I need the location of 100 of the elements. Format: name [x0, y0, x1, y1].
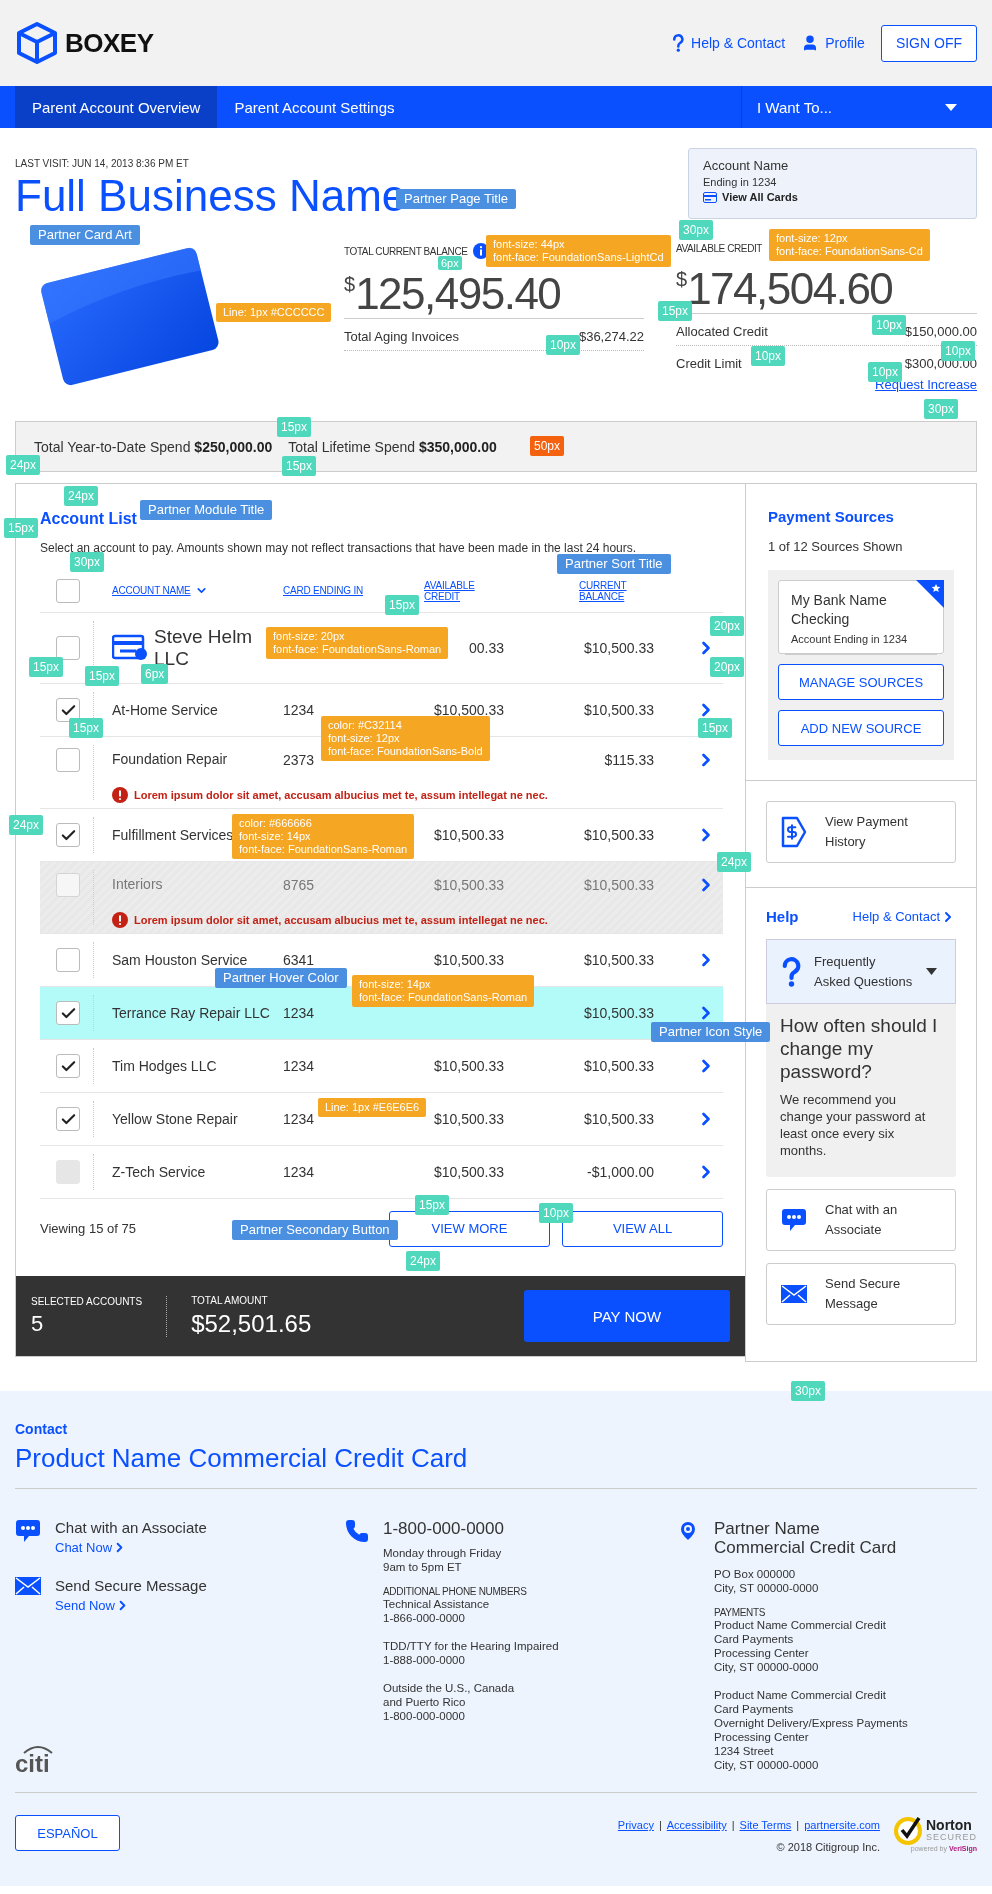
phone-entry: Outside the U.S., Canada and Puerto Rico 1-800-000-0000: [383, 1681, 516, 1723]
phone-hours: Monday through Friday 9am to 5pm ET: [383, 1546, 503, 1574]
phone-entry: Technical Assistance 1-866-000-0000: [383, 1597, 491, 1625]
spacing-tooltip: 10px: [539, 1203, 574, 1223]
footer-title: Product Name Commercial Credit Card: [15, 1443, 977, 1489]
callout-tooltip: Partner Sort Title: [557, 554, 671, 574]
callout-tooltip: Partner Page Title: [396, 189, 517, 209]
balance-row-label: Credit Limit: [676, 356, 742, 371]
spec-tooltip: color: #C32114 font-size: 12px font-face: FoundationSans-Bold: [321, 716, 490, 761]
section-title: Payment Sources: [768, 508, 895, 525]
seal-name: Norton: [926, 1818, 973, 1832]
link-separator: |: [796, 1819, 800, 1831]
total-amount: $52,501.65: [191, 1309, 312, 1338]
callout-tooltip: Partner Card Art: [30, 225, 140, 245]
spacing-tooltip: 24px: [717, 852, 752, 872]
phone-number: 1-800-000-0000: [383, 1519, 505, 1538]
account-name: Z-Tech Service: [112, 1163, 206, 1181]
current-balance: $10,500.33: [583, 702, 654, 718]
seal-status: SECURED: [926, 1832, 977, 1842]
balance-row-value: $150,000.00: [904, 324, 977, 339]
callout-tooltip: Partner Secondary Button: [232, 1220, 398, 1240]
payments-caption: PAYMENTS: [714, 1607, 767, 1618]
source-name: My Bank Name Checking: [791, 591, 888, 629]
available-credit: $10,500.33: [433, 952, 504, 968]
spec-tooltip: Line: 1px #CCCCCC: [216, 303, 332, 322]
current-balance: $10,500.33: [583, 1111, 654, 1127]
spec-tooltip: font-size: 12px font-face: FoundationSans-Cd: [769, 229, 930, 261]
available-credit: $10,500.33: [433, 876, 504, 893]
spacing-tooltip: 15px: [385, 595, 420, 615]
balance-row-label: Total Aging Invoices: [344, 329, 459, 344]
copyright: © 2018 Citigroup Inc.: [776, 1841, 880, 1853]
current-balance: $115.33: [604, 751, 654, 768]
card-number: 1234: [283, 702, 315, 718]
current-balance: $10,500.33: [583, 952, 654, 968]
account-name: Sam Houston Service: [112, 951, 248, 969]
card-number: 1234: [283, 1058, 315, 1074]
module-title: Account List: [40, 509, 137, 529]
logo-text: BOXEY: [65, 27, 154, 59]
spacing-tooltip: 10px: [868, 362, 903, 382]
card-number: 8765: [283, 876, 315, 893]
spacing-tooltip: 20px: [710, 616, 745, 636]
spacing-tooltip: 15px: [4, 518, 39, 538]
current-balance: $10,500.33: [583, 1058, 654, 1074]
callout-tooltip: Partner Icon Style: [651, 1022, 771, 1042]
contact-channel-title: Chat with an Associate: [55, 1519, 207, 1536]
spacing-tooltip: 6px: [141, 664, 169, 684]
total-label: TOTAL AMOUNT: [191, 1294, 269, 1306]
source-detail: Account Ending in 1234: [791, 633, 909, 645]
spacing-tooltip: 30px: [924, 399, 959, 419]
address: Product Name Commercial Credit Card Payments Overnight Delivery/Express Payments Processing Center 1234 Street City, ST 00000-0000: [714, 1688, 908, 1772]
spacing-tooltip: 15px: [698, 718, 733, 738]
selected-label: SELECTED ACCOUNTS: [31, 1295, 143, 1307]
spacing-tooltip: 20px: [710, 657, 745, 677]
available-credit: $10,500.33: [433, 702, 504, 718]
contact-label: Contact: [15, 1421, 69, 1437]
spacing-tooltip: 15px: [85, 666, 120, 686]
account-name: Tim Hodges LLC: [112, 1057, 217, 1075]
account-name: Terrance Ray Repair LLC: [112, 1004, 270, 1022]
spend-total: Total Lifetime Spend $350,000.00: [288, 438, 497, 455]
callout-tooltip: Partner Hover Color: [215, 968, 347, 988]
available-credit: 00.33: [468, 640, 504, 656]
address: Product Name Commercial Credit Card Payments Processing Center City, ST 00000-0000: [714, 1618, 887, 1674]
selected-count: 5: [31, 1310, 45, 1337]
contact-channel-title: Send Secure Message: [55, 1577, 207, 1594]
spacing-tooltip: 30px: [791, 1381, 826, 1401]
address-title: Partner Name Commercial Credit Card: [714, 1519, 898, 1557]
current-balance: -$1,000.00: [587, 1164, 654, 1180]
spacing-tooltip: 10px: [546, 335, 581, 355]
spacing-tooltip: 10px: [941, 341, 976, 361]
account-name: Interiors: [112, 876, 163, 893]
link-separator: |: [658, 1819, 662, 1831]
spacing-tooltip: 30px: [70, 552, 105, 572]
balance-label: AVAILABLE CREDIT: [676, 243, 763, 254]
faq-question: How often should I change my password?: [780, 1014, 939, 1083]
spend-total: Total Year-to-Date Spend $250,000.00: [34, 438, 273, 455]
account-name: Account Name: [703, 158, 790, 173]
spec-tooltip: font-size: 20px font-face: FoundationSans-Roman: [266, 627, 449, 659]
current-balance: $10,500.33: [583, 1005, 654, 1021]
spacing-tooltip: 50px: [530, 436, 565, 456]
available-credit: $10,500.33: [433, 827, 504, 843]
callout-tooltip: Partner Module Title: [140, 500, 273, 520]
spec-tooltip: font-size: 44px font-face: FoundationSans-LightCd: [486, 235, 671, 267]
card-number: 1234: [283, 1111, 315, 1127]
account-name: Fulfillment Services: [112, 826, 234, 844]
currency-sign: $: [676, 268, 688, 291]
account-ending: Ending in 1234: [703, 176, 778, 188]
error-message: Lorem ipsum dolor sit amet, accusam albucius met te, assum intellegat ne nec.: [134, 789, 548, 801]
spacing-tooltip: 6px: [438, 256, 462, 270]
balance-row-value: $36,274.22: [578, 329, 644, 344]
spacing-tooltip: 15px: [29, 657, 64, 677]
spacing-tooltip: 10px: [751, 346, 786, 366]
spacing-tooltip: 24px: [6, 455, 41, 475]
link-separator: |: [731, 1819, 735, 1831]
sources-count: 1 of 12 Sources Shown: [768, 539, 904, 554]
currency-sign: $: [344, 273, 356, 295]
spacing-tooltip: 15px: [277, 417, 312, 437]
address: PO Box 000000 City, ST 00000-0000: [714, 1567, 820, 1595]
spacing-tooltip: 15px: [282, 456, 317, 476]
account-name: Foundation Repair: [112, 751, 228, 768]
account-name: Yellow Stone Repair: [112, 1110, 238, 1128]
